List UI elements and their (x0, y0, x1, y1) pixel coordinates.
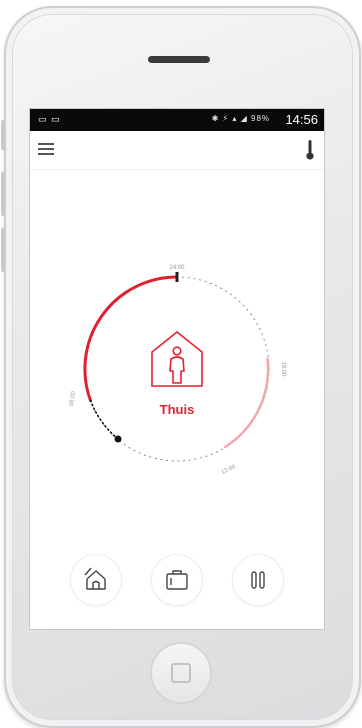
pause-icon (251, 571, 265, 589)
dial-handle (114, 435, 122, 443)
schedule-dial[interactable]: 24:00 18:00 12:00 06:00 (30, 249, 324, 489)
time-label-right: 18:00 (280, 361, 286, 377)
house-person-icon (151, 331, 203, 387)
status-icons: ✱ ⚡ ▴ ◢ 98% (211, 114, 270, 123)
time-label-bottom: 12:00 (221, 464, 238, 476)
status-bar: ▭ ▭ ✱ ⚡ ▴ ◢ 98% 14:56 (30, 109, 324, 131)
phone-home-button[interactable] (150, 642, 212, 704)
mode-label: Thuis (159, 402, 195, 417)
phone-side-button-volume-down (1, 228, 5, 272)
phone-speaker (148, 56, 210, 63)
away-mode-button[interactable] (70, 554, 122, 606)
dial-active-arc (83, 275, 179, 402)
status-notifications: ▭ ▭ (38, 114, 61, 124)
suitcase-icon (166, 570, 188, 590)
time-label-top: 24:00 (169, 265, 185, 271)
thermometer-icon[interactable] (304, 139, 316, 161)
status-time: 14:56 (285, 112, 318, 127)
app-header (30, 131, 324, 170)
travel-mode-button[interactable] (151, 554, 203, 606)
dial-start-marker (175, 272, 179, 282)
phone-side-button-top (1, 120, 5, 150)
house-away-icon (84, 567, 106, 590)
app-screen: ▭ ▭ ✱ ⚡ ▴ ◢ 98% 14:56 24:00 18:00 12:00 (29, 108, 325, 630)
pause-button[interactable] (232, 554, 284, 606)
phone-side-button-volume-up (1, 172, 5, 216)
hamburger-icon[interactable] (38, 143, 54, 157)
